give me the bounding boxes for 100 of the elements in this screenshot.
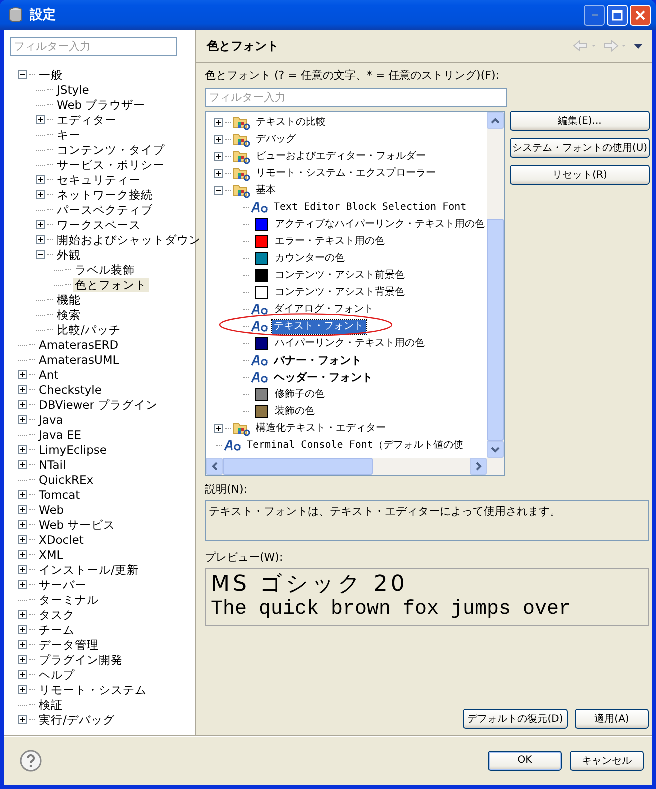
tree-toggle[interactable] (214, 169, 223, 178)
maximize-button[interactable] (607, 4, 628, 26)
tree-toggle[interactable] (36, 190, 45, 199)
tree-toggle[interactable] (18, 715, 27, 724)
tree-item[interactable]: テキストの比較 (254, 116, 328, 130)
tree-toggle[interactable] (18, 520, 27, 529)
tree-item[interactable]: LimyEclipse (37, 442, 109, 456)
tree-item[interactable]: ターミナル (37, 592, 101, 606)
tree-item[interactable]: コンテンツ・アシスト前景色 (273, 268, 407, 282)
tree-item[interactable]: Web サービス (37, 518, 118, 532)
tree-item[interactable]: JStyle (55, 82, 92, 96)
tree-toggle[interactable] (214, 135, 223, 144)
tree-item[interactable]: データ管理 (37, 638, 101, 652)
tree-item[interactable]: ダイアログ・フォント (272, 302, 376, 316)
tree-toggle[interactable] (18, 385, 27, 394)
tree-item[interactable]: エラー・テキスト用の色 (273, 234, 387, 248)
tree-item[interactable]: バナー・フォント (272, 354, 364, 368)
tree-item[interactable]: 外観 (55, 248, 83, 262)
tree-item[interactable]: Java EE (37, 428, 84, 442)
tree-toggle[interactable] (18, 535, 27, 544)
tree-item[interactable]: パースペクティブ (55, 202, 155, 216)
scroll-left-icon[interactable] (212, 462, 218, 471)
tree-item[interactable]: コンテンツ・アシスト背景色 (273, 286, 407, 300)
action-button[interactable]: システム・フォントの使用(U) (510, 138, 650, 158)
tree-item[interactable]: XML (37, 548, 66, 562)
tree-item[interactable]: DBViewer プラグイン (37, 398, 160, 412)
tree-item[interactable]: 実行/デバッグ (37, 712, 117, 726)
tree-toggle[interactable] (18, 565, 27, 574)
tree-toggle[interactable] (18, 625, 27, 634)
tree-item[interactable]: アクティブなハイパーリンク・テキスト用の色 (273, 218, 487, 232)
tree-item[interactable]: ワークスペース (55, 218, 143, 232)
tree-toggle[interactable] (36, 220, 45, 229)
dropdown-icon[interactable] (633, 42, 644, 50)
tree-item[interactable]: 検索 (55, 308, 83, 322)
tree-toggle[interactable] (36, 235, 45, 244)
close-button[interactable] (630, 4, 651, 26)
filter-field[interactable]: フィルター入力 (205, 88, 507, 107)
tree-item[interactable]: テキスト・フォント (272, 320, 366, 334)
tree-toggle[interactable] (18, 505, 27, 514)
tree-toggle[interactable] (18, 490, 27, 499)
tree-item[interactable]: コンテンツ・タイプ (55, 142, 167, 156)
tree-item[interactable]: 基本 (254, 184, 278, 198)
action-button[interactable]: リセット(R) (510, 165, 650, 185)
tree-item[interactable]: XDoclet (37, 532, 86, 546)
tree-toggle[interactable] (18, 70, 27, 79)
tree-item[interactable]: リモート・システム (37, 682, 149, 696)
tree-item[interactable]: 一般 (37, 68, 65, 82)
vertical-scrollbar[interactable] (487, 112, 504, 458)
tree-item[interactable]: セキュリティー (55, 172, 143, 186)
tree-toggle[interactable] (36, 115, 45, 124)
tree-toggle[interactable] (18, 370, 27, 379)
tree-item[interactable]: インストール/更新 (37, 562, 141, 576)
tree-toggle[interactable] (18, 400, 27, 409)
tree-item[interactable]: プラグイン開発 (37, 652, 125, 666)
tree-item[interactable]: ラベル装飾 (73, 262, 137, 276)
action-button[interactable]: 編集(E)... (510, 111, 650, 131)
tree-toggle[interactable] (214, 424, 223, 433)
tree-item[interactable]: QuickREx (37, 472, 96, 486)
tree-toggle[interactable] (18, 685, 27, 694)
tree-item[interactable]: AmaterasERD (37, 338, 121, 352)
tree-toggle[interactable] (18, 460, 27, 469)
tree-item[interactable]: 比較/パッチ (55, 322, 123, 336)
tree-item[interactable]: 検証 (37, 698, 65, 712)
scroll-right-icon[interactable] (476, 462, 482, 471)
tree-toggle[interactable] (18, 670, 27, 679)
tree-item[interactable]: Checkstyle (37, 382, 104, 396)
tree-item[interactable]: 構造化テキスト・エディター (254, 422, 388, 436)
tree-toggle[interactable] (214, 118, 223, 127)
tree-item[interactable]: デバッグ (254, 132, 298, 146)
tree-item[interactable]: エディター (55, 112, 119, 126)
tree-item[interactable]: Web (37, 502, 66, 516)
tree-item[interactable]: チーム (37, 622, 77, 636)
tree-item[interactable]: カウンターの色 (273, 252, 347, 266)
tree-item[interactable]: タスク (37, 608, 77, 622)
filter-field[interactable]: フィルター入力 (10, 37, 177, 56)
tree-item[interactable]: キー (55, 128, 83, 142)
tree-toggle[interactable] (214, 152, 223, 161)
help-icon[interactable] (20, 750, 42, 772)
tree-toggle[interactable] (18, 445, 27, 454)
tree-item[interactable]: ヘッダー・フォント (272, 370, 375, 384)
tree-item[interactable]: 色とフォント (73, 278, 149, 292)
tree-toggle[interactable] (214, 186, 223, 195)
tree-item[interactable]: リモート・システム・エクスプローラー (254, 166, 438, 180)
scroll-up-icon[interactable] (491, 118, 500, 124)
tree-toggle[interactable] (18, 415, 27, 424)
tree-toggle[interactable] (18, 655, 27, 664)
tree-item[interactable]: Java (37, 412, 66, 426)
tree-item[interactable]: 機能 (55, 292, 83, 306)
tree-item[interactable]: ビューおよびエディター・フォルダー (254, 150, 428, 164)
scroll-down-icon[interactable] (491, 446, 500, 452)
tree-item[interactable]: Text Editor Block Selection Font (272, 200, 469, 214)
tree-item[interactable]: Web ブラウザー (55, 98, 148, 112)
tree-item[interactable]: Tomcat (37, 488, 82, 502)
minimize-button[interactable] (584, 4, 605, 26)
tree-item[interactable]: ネットワーク接続 (55, 188, 155, 202)
tree-item[interactable]: Ant (37, 368, 61, 382)
tree-item[interactable]: 装飾の色 (273, 404, 317, 418)
action-button[interactable]: デフォルトの復元(D) (463, 709, 568, 729)
action-button[interactable]: 適用(A) (575, 709, 649, 729)
tree-toggle[interactable] (18, 640, 27, 649)
